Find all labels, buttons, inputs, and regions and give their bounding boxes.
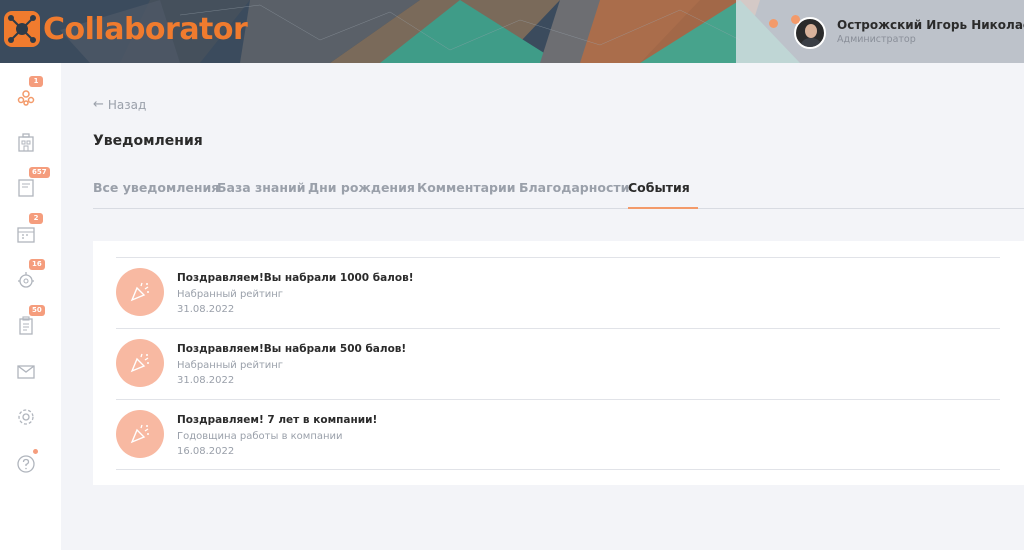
- sidebar-item-team[interactable]: 1: [14, 76, 43, 109]
- user-name[interactable]: Острожский Игорь Николаевич: [837, 18, 1024, 32]
- notification-title: Поздравляем!Вы набрали 500 балов!: [177, 343, 407, 355]
- logo-text: Collaborator: [43, 11, 248, 47]
- tab-thanks[interactable]: Благодарности: [519, 180, 629, 195]
- mail-icon: [17, 365, 35, 379]
- sidebar-item-tasks[interactable]: 50: [14, 305, 45, 338]
- party-popper-icon: [116, 410, 164, 458]
- badge: 1: [29, 76, 43, 87]
- badge: 2: [29, 213, 43, 224]
- notification-date: 31.08.2022: [177, 375, 235, 386]
- back-link[interactable]: ← Назад: [93, 97, 146, 112]
- notification-title: Поздравляем!Вы набрали 1000 балов!: [177, 272, 414, 284]
- party-popper-icon: [116, 339, 164, 387]
- help-icon: [17, 455, 35, 473]
- notification-date: 31.08.2022: [177, 304, 235, 315]
- back-label: Назад: [107, 97, 147, 112]
- notification-subtitle: Набранный рейтинг: [177, 360, 284, 371]
- arrow-left-icon: ←: [93, 97, 104, 112]
- list-item[interactable]: Поздравляем! 7 лет в компании! Годовщина…: [116, 399, 1000, 470]
- notification-dot: [791, 15, 800, 24]
- tab-birthdays[interactable]: Дни рождения: [308, 180, 415, 195]
- settings-icon: [18, 409, 34, 425]
- user-role: Администратор: [837, 34, 916, 45]
- notifications-list: Поздравляем!Вы набрали 1000 балов! Набра…: [93, 241, 1024, 485]
- sidebar-item-services[interactable]: 16: [14, 259, 45, 292]
- notification-dot: [33, 449, 38, 454]
- tab-comments[interactable]: Комментарии: [417, 180, 516, 195]
- badge: 16: [29, 259, 45, 270]
- tab-knowledge[interactable]: База знаний: [217, 180, 306, 195]
- notification-date: 16.08.2022: [177, 446, 235, 457]
- page-title: Уведомления: [93, 133, 203, 149]
- team-icon: [17, 90, 35, 106]
- decor-dot: [769, 19, 778, 28]
- tab-bar: Все уведомления База знаний Дни рождения…: [93, 180, 1024, 209]
- sidebar: 1 657 2 16 50: [0, 63, 61, 550]
- gear-face-icon: [18, 272, 34, 288]
- party-popper-icon: [116, 268, 164, 316]
- sidebar-item-mail[interactable]: [14, 359, 38, 383]
- clipboard-icon: [19, 316, 33, 335]
- logo-icon: [4, 11, 40, 47]
- tab-all[interactable]: Все уведомления: [93, 180, 219, 195]
- notification-subtitle: Набранный рейтинг: [177, 289, 284, 300]
- book-icon: [18, 179, 34, 197]
- calendar-icon: [17, 227, 35, 243]
- notification-subtitle: Годовщина работы в компании: [177, 431, 343, 442]
- sidebar-item-help[interactable]: [14, 449, 38, 476]
- building-icon: [18, 133, 34, 152]
- notification-title: Поздравляем! 7 лет в компании!: [177, 414, 378, 426]
- top-header: Collaborator Острожский Игорь Николаевич…: [0, 0, 1024, 63]
- sidebar-item-company[interactable]: [14, 131, 38, 155]
- app-logo[interactable]: Collaborator: [4, 11, 248, 47]
- list-item[interactable]: Поздравляем!Вы набрали 500 балов! Набран…: [116, 328, 1000, 399]
- active-tab-indicator: [628, 207, 698, 209]
- badge: 657: [29, 167, 50, 178]
- sidebar-item-settings[interactable]: [14, 405, 38, 429]
- sidebar-item-calendar[interactable]: 2: [14, 213, 43, 246]
- sidebar-item-knowledge[interactable]: 657: [14, 167, 50, 200]
- badge: 50: [29, 305, 45, 316]
- tab-events[interactable]: События: [628, 180, 690, 195]
- user-panel[interactable]: Острожский Игорь Николаевич Администрато…: [736, 0, 1024, 63]
- list-item[interactable]: Поздравляем!Вы набрали 1000 балов! Набра…: [116, 257, 1000, 328]
